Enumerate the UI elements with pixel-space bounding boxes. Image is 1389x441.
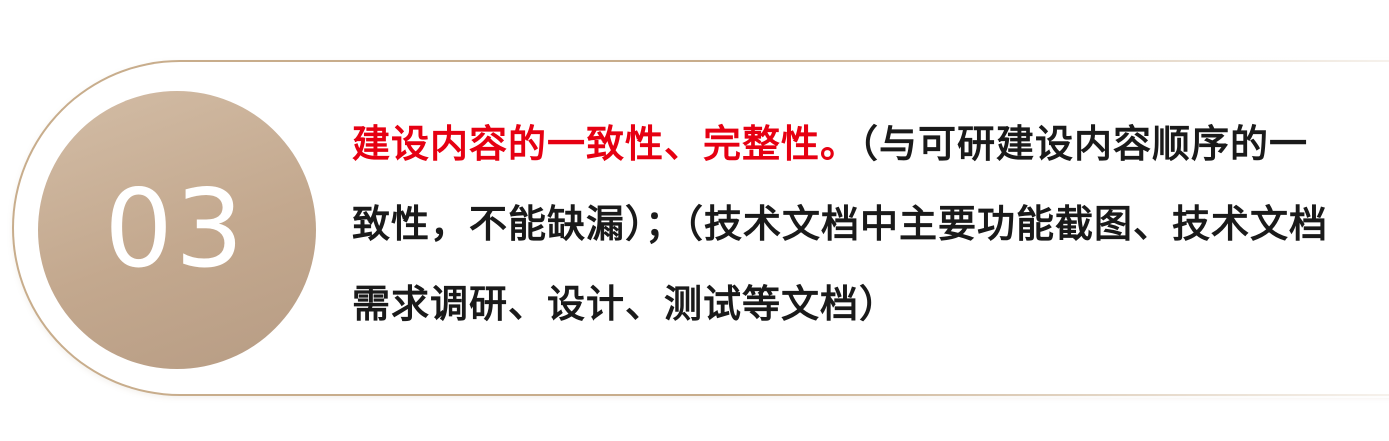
card-border-fade (700, 58, 1389, 64)
number-badge: 03 (38, 91, 316, 369)
highlight-text: 建设内容的一致性、完整性。 (352, 122, 860, 166)
badge-number: 03 (104, 167, 246, 292)
card-border-fade (700, 392, 1389, 398)
item-description: 建设内容的一致性、完整性。（与可研建设内容顺序的一致性，不能缺漏）；（技术文档中… (352, 104, 1342, 344)
